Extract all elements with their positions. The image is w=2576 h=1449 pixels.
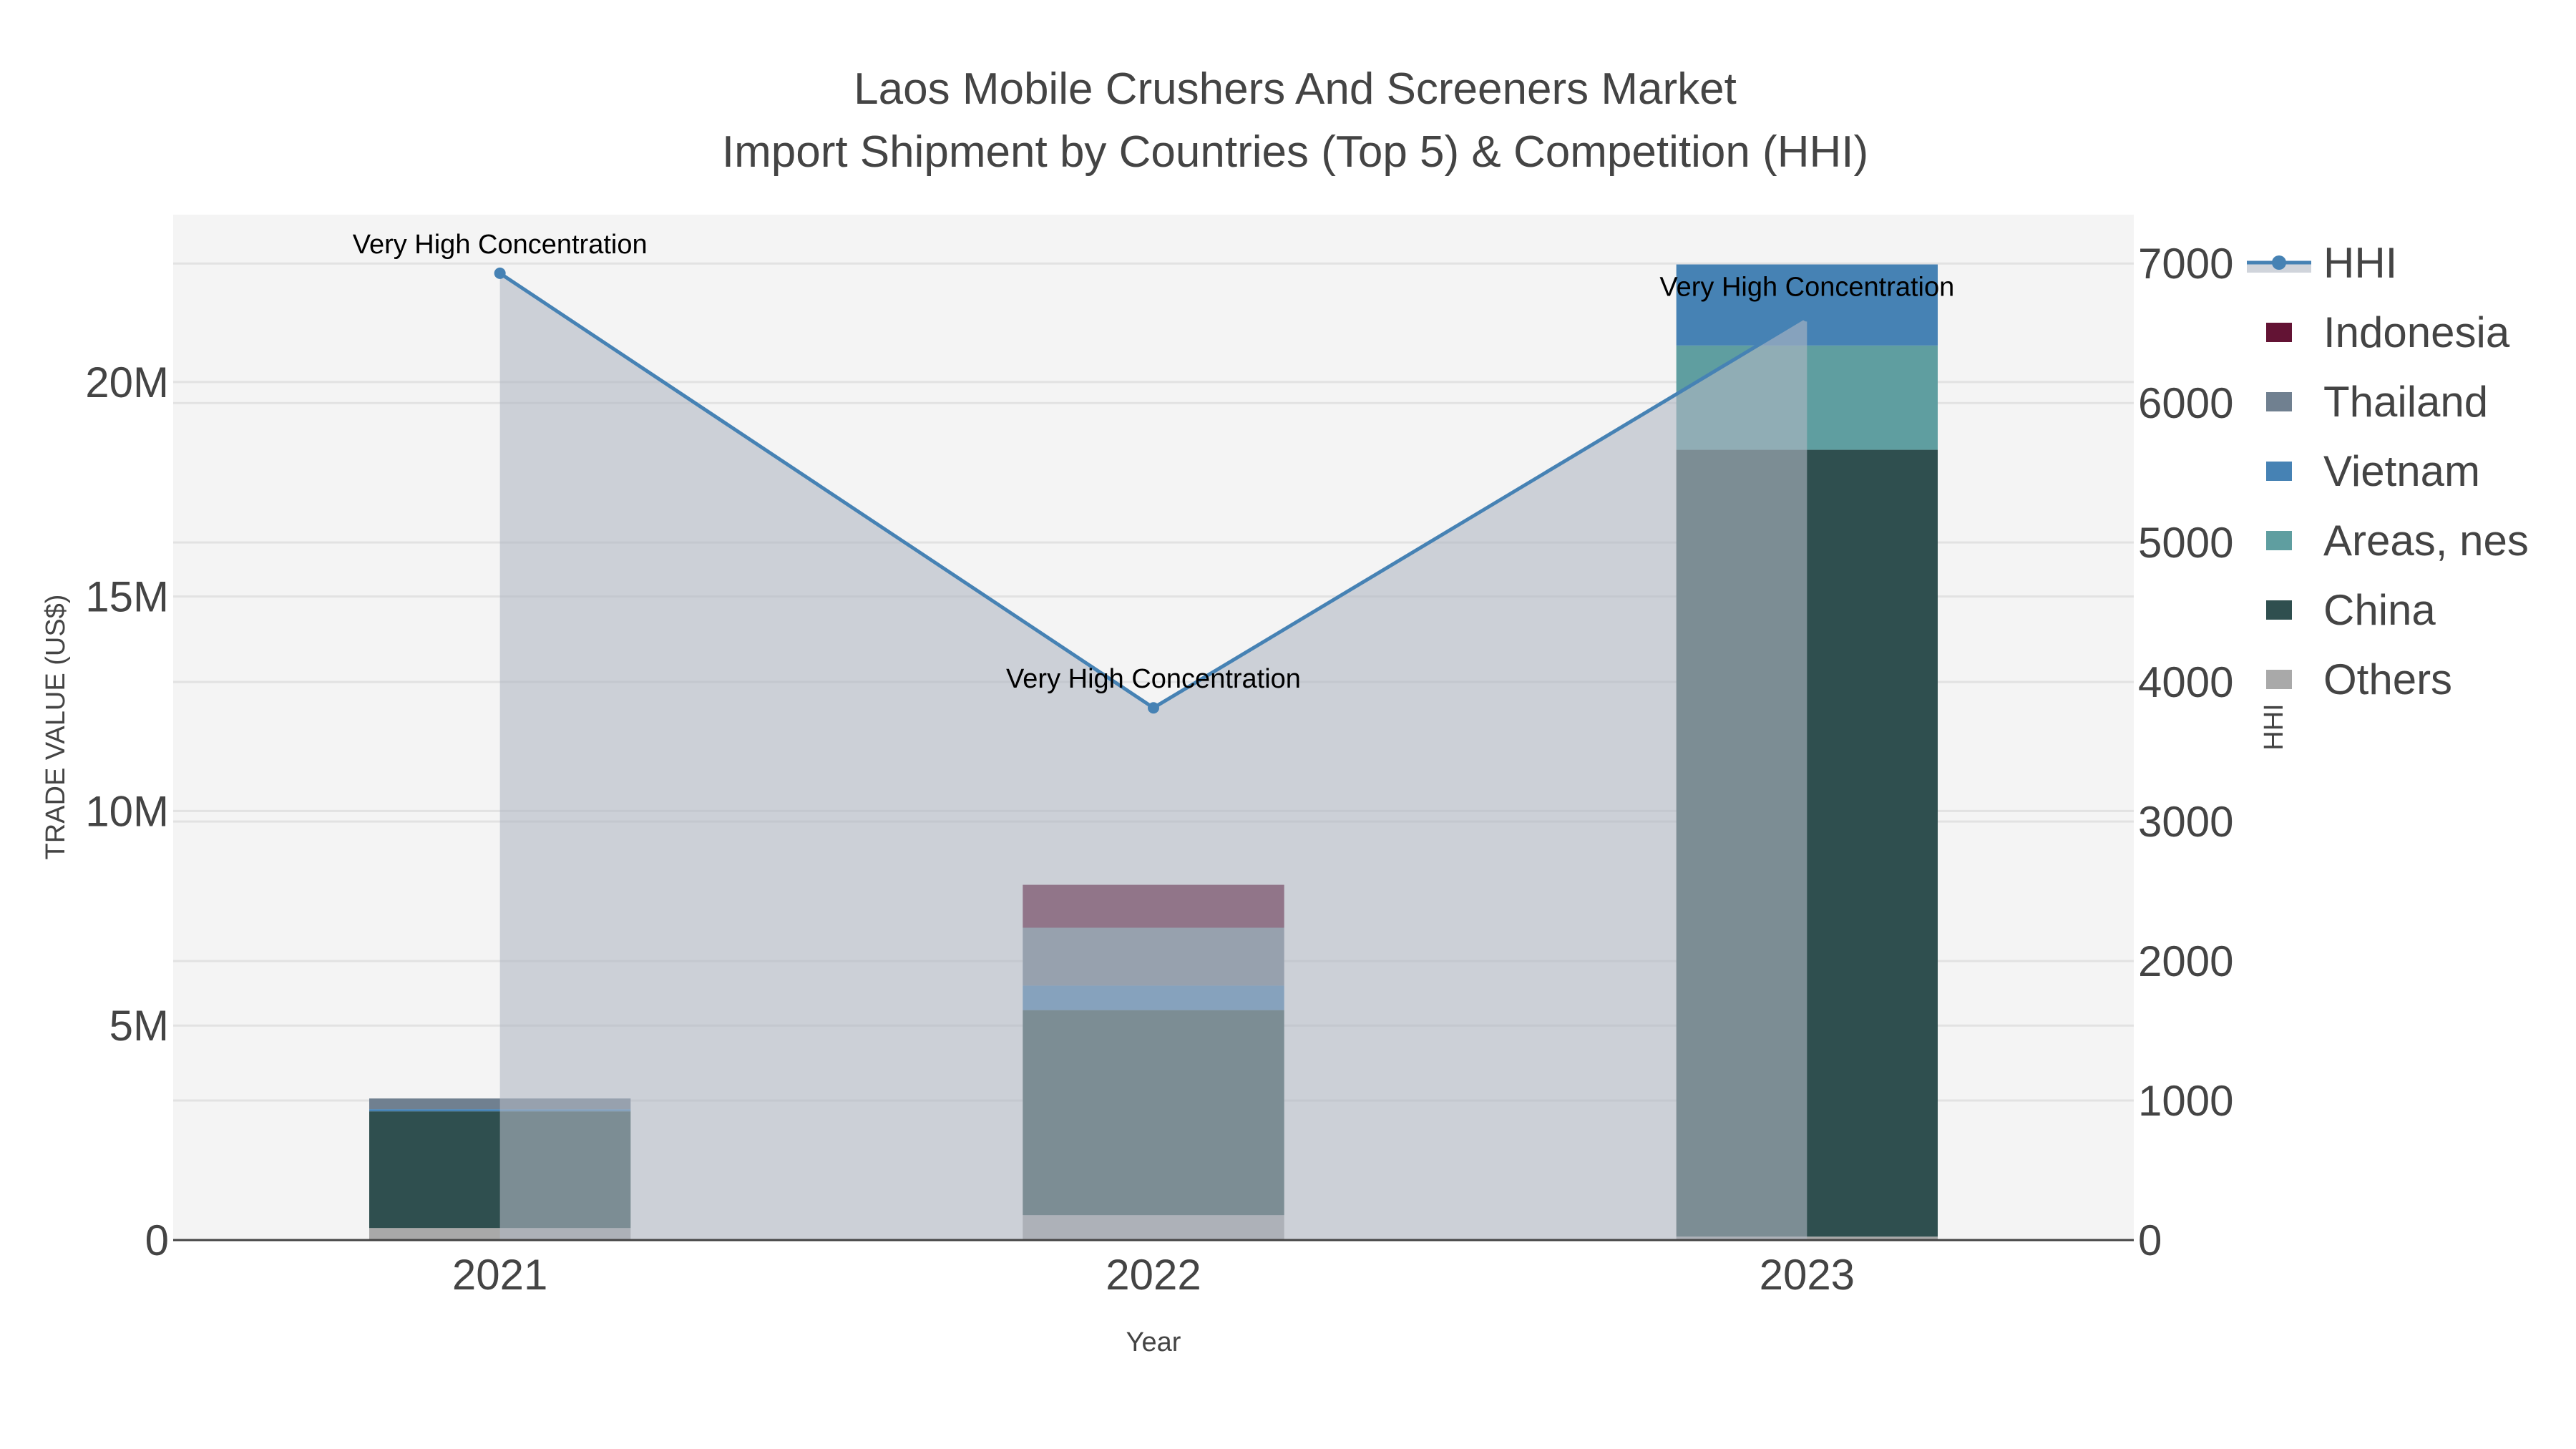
x-tick-label: 2021 — [452, 1251, 547, 1299]
y2-axis-ticks: 0 1000 2000 3000 4000 5000 6000 7000 — [2138, 240, 2233, 1264]
legend-item-hhi[interactable]: HHI — [2247, 239, 2397, 287]
legend-swatch — [2266, 323, 2292, 342]
hhi-point-2023 — [1801, 310, 1813, 322]
y2-tick-label: 1000 — [2138, 1077, 2233, 1125]
legend-swatch — [2266, 600, 2292, 620]
legend-label: Areas, nes — [2323, 517, 2529, 565]
x-tick-label: 2023 — [1760, 1251, 1855, 1299]
x-axis-title: Year — [1126, 1327, 1181, 1357]
y-tick-label: 5M — [109, 1002, 169, 1050]
legend-swatch — [2266, 531, 2292, 550]
y-tick-label: 10M — [85, 787, 169, 835]
y2-axis-title: HHI — [2259, 703, 2289, 750]
y2-tick-label: 2000 — [2138, 937, 2233, 985]
legend-item-vietnam[interactable]: Vietnam — [2266, 447, 2480, 495]
y2-tick-label: 4000 — [2138, 658, 2233, 706]
chart-subtitle: Import Shipment by Countries (Top 5) & C… — [722, 127, 1868, 177]
y-axis-ticks: 0 5M 10M 15M 20M — [85, 358, 169, 1264]
chart: Very High Concentration Very High Concent… — [41, 64, 2529, 1357]
hhi-annotation: Very High Concentration — [353, 230, 648, 260]
hhi-point-2021 — [494, 267, 506, 279]
y2-tick-label: 7000 — [2138, 240, 2233, 288]
legend-label: China — [2323, 586, 2436, 634]
hhi-point-2022 — [1148, 702, 1159, 714]
y2-tick-label: 0 — [2138, 1216, 2162, 1264]
legend-label: Vietnam — [2323, 447, 2480, 495]
hhi-annotation: Very High Concentration — [1659, 272, 1954, 302]
y-tick-label: 15M — [85, 573, 169, 621]
y-tick-label: 0 — [145, 1216, 169, 1264]
y2-tick-label: 3000 — [2138, 798, 2233, 846]
legend-item-areas-nes[interactable]: Areas, nes — [2266, 517, 2529, 565]
legend-label: Others — [2323, 655, 2452, 703]
legend-label: Thailand — [2323, 378, 2488, 426]
legend-swatch-marker — [2272, 255, 2286, 270]
x-tick-label: 2022 — [1106, 1251, 1201, 1299]
legend-swatch — [2266, 670, 2292, 689]
legend-item-indonesia[interactable]: Indonesia — [2266, 308, 2510, 356]
x-axis-ticks: 2021 2022 2023 — [452, 1251, 1855, 1299]
y-axis-title: TRADE VALUE (US$) — [41, 595, 71, 860]
y2-tick-label: 5000 — [2138, 519, 2233, 567]
legend: HHI Indonesia Thailand Vietnam Areas, nes Chi… — [2247, 239, 2529, 703]
hhi-annotation: Very High Concentration — [1006, 664, 1301, 694]
legend-item-thailand[interactable]: Thailand — [2266, 378, 2488, 426]
legend-swatch — [2266, 392, 2292, 411]
y-tick-label: 20M — [85, 358, 169, 406]
legend-label: Indonesia — [2323, 308, 2510, 356]
legend-label: HHI — [2323, 239, 2397, 287]
legend-item-china[interactable]: China — [2266, 586, 2436, 634]
chart-title: Laos Mobile Crushers And Screeners Marke… — [854, 64, 1737, 114]
legend-swatch — [2266, 462, 2292, 481]
legend-item-others[interactable]: Others — [2266, 655, 2452, 703]
y2-tick-label: 6000 — [2138, 379, 2233, 427]
